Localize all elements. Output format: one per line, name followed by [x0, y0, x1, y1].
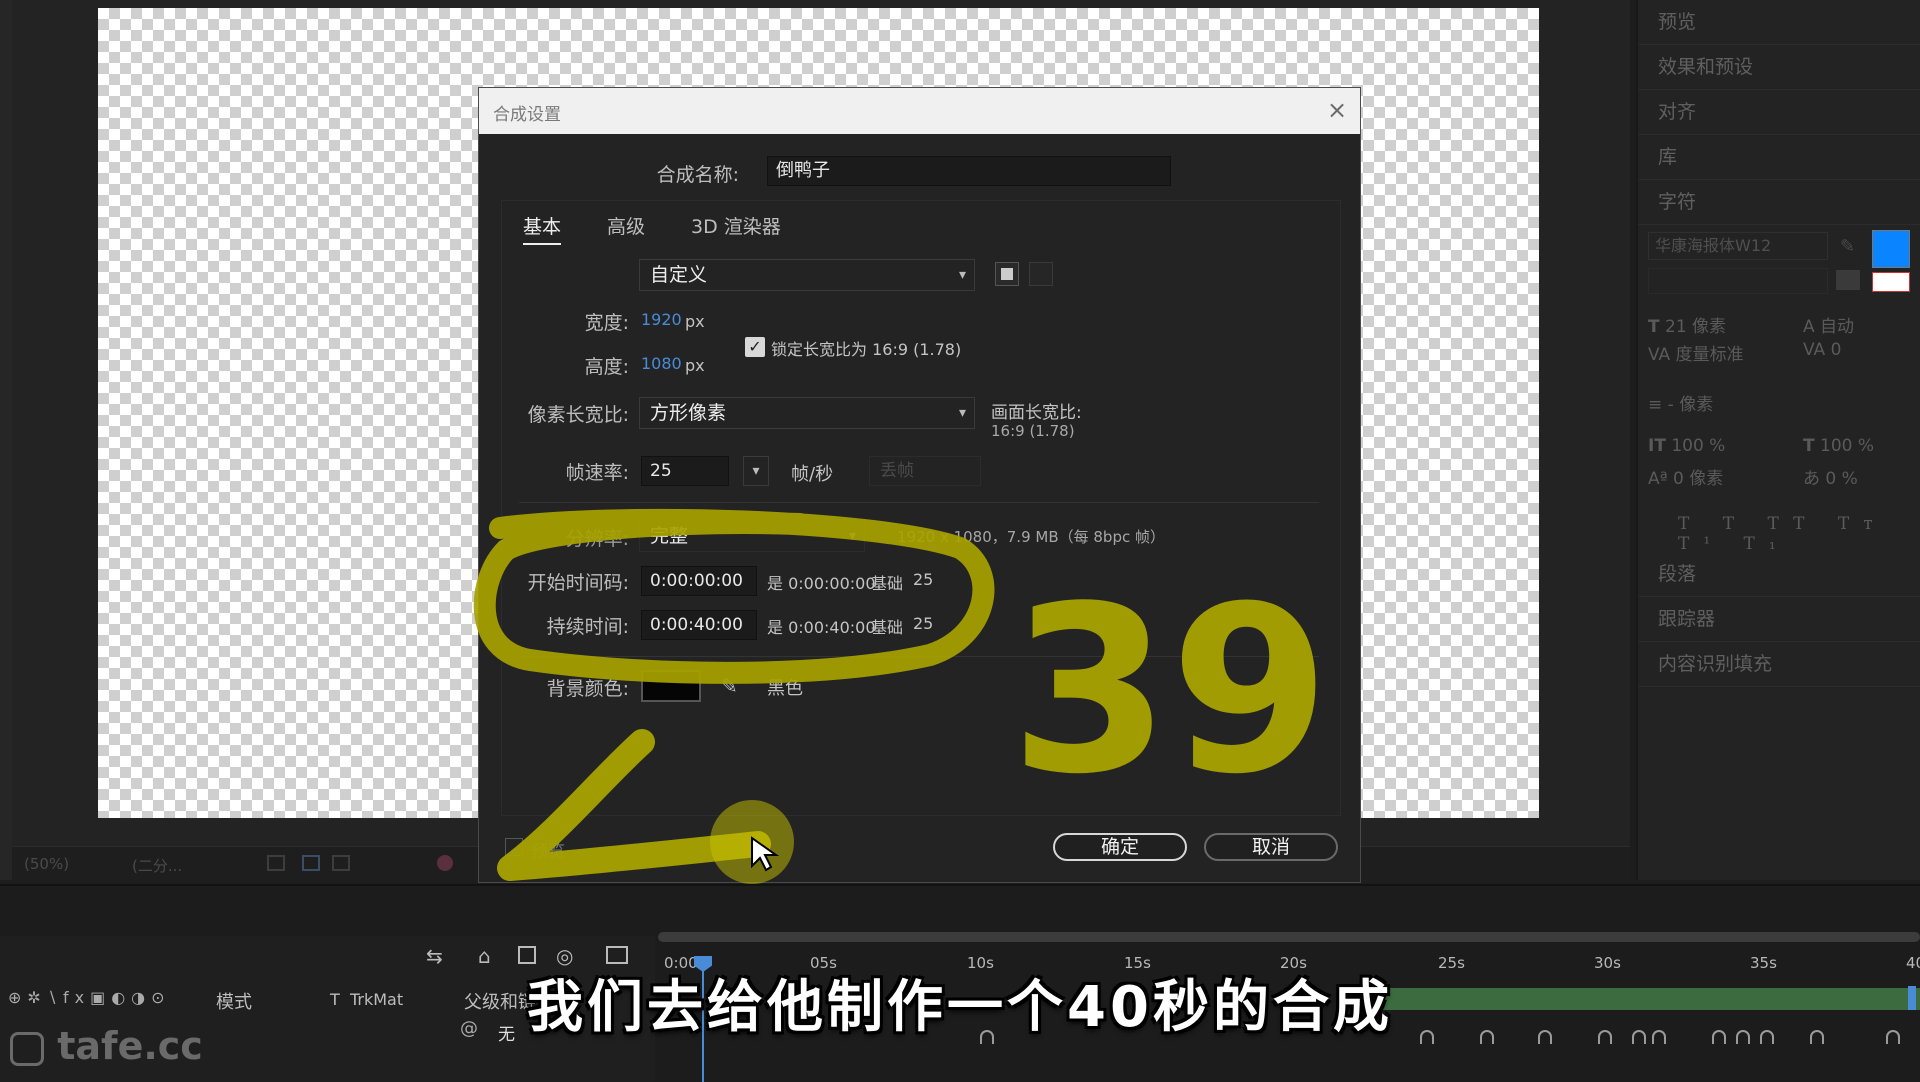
- annotation-overlay: 39: [473, 508, 1330, 884]
- subtitle-caption: 我们去给他制作一个40秒的合成: [527, 975, 1393, 1040]
- watermark: tafe.cc: [10, 1024, 203, 1068]
- handwritten-number: 39: [1010, 558, 1330, 825]
- highlight-circle-stroke: [473, 508, 995, 684]
- watermark-text: tafe.cc: [57, 1024, 203, 1068]
- watermark-logo-icon: [10, 1031, 44, 1066]
